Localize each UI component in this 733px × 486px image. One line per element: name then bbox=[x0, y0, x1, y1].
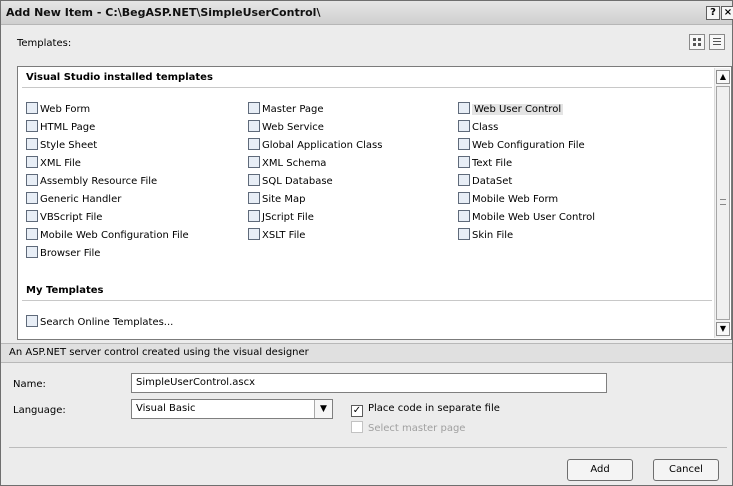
template-item[interactable]: VBScript File bbox=[26, 210, 102, 226]
close-icon[interactable]: × bbox=[721, 6, 733, 20]
template-item[interactable]: Style Sheet bbox=[26, 138, 97, 154]
add-button[interactable]: Add bbox=[567, 459, 633, 481]
search-online-icon bbox=[26, 315, 38, 327]
site-map-icon bbox=[248, 192, 260, 204]
mobile-web-form-icon bbox=[458, 192, 470, 204]
global-app-icon bbox=[248, 138, 260, 150]
templates-label: Templates: bbox=[17, 38, 72, 49]
place-code-separate-label: Place code in separate file bbox=[368, 403, 500, 414]
template-item[interactable]: Site Map bbox=[248, 192, 305, 208]
installed-templates-header: Visual Studio installed templates bbox=[26, 72, 213, 83]
help-icon[interactable]: ? bbox=[706, 6, 720, 20]
template-item[interactable]: Browser File bbox=[26, 246, 100, 262]
template-item-selected[interactable]: Web User Control bbox=[458, 102, 564, 118]
template-item[interactable]: Mobile Web Configuration File bbox=[26, 228, 189, 244]
jscript-icon bbox=[248, 210, 260, 222]
template-item[interactable]: Global Application Class bbox=[248, 138, 382, 154]
search-online-templates-item[interactable]: Search Online Templates... bbox=[26, 315, 173, 331]
checkbox-checked-icon[interactable]: ✓ bbox=[351, 405, 363, 417]
select-master-page-label: Select master page bbox=[368, 423, 466, 434]
scroll-thumb[interactable] bbox=[716, 86, 730, 320]
cancel-button[interactable]: Cancel bbox=[653, 459, 719, 481]
template-description: An ASP.NET server control created using … bbox=[1, 343, 732, 363]
vertical-scrollbar[interactable]: ▲ ▼ bbox=[714, 68, 730, 338]
sql-database-icon bbox=[248, 174, 260, 186]
generic-handler-icon bbox=[26, 192, 38, 204]
template-item[interactable]: HTML Page bbox=[26, 120, 95, 136]
scroll-down-icon[interactable]: ▼ bbox=[716, 322, 730, 336]
template-item[interactable]: XML Schema bbox=[248, 156, 326, 172]
template-item[interactable]: JScript File bbox=[248, 210, 314, 226]
template-item[interactable]: XML File bbox=[26, 156, 81, 172]
chevron-down-icon[interactable]: ▼ bbox=[314, 400, 332, 418]
template-item[interactable]: XSLT File bbox=[248, 228, 305, 244]
template-item[interactable]: Mobile Web User Control bbox=[458, 210, 595, 226]
web-config-icon bbox=[458, 138, 470, 150]
mobile-user-control-icon bbox=[458, 210, 470, 222]
template-item[interactable]: Text File bbox=[458, 156, 512, 172]
my-templates-header: My Templates bbox=[26, 285, 104, 296]
language-select[interactable]: Visual Basic ▼ bbox=[131, 399, 333, 419]
vbscript-icon bbox=[26, 210, 38, 222]
template-item[interactable]: Skin File bbox=[458, 228, 513, 244]
section-divider bbox=[22, 87, 712, 88]
web-user-control-icon bbox=[458, 102, 470, 114]
select-master-page-checkbox: Select master page bbox=[351, 421, 465, 437]
template-item[interactable]: Web Form bbox=[26, 102, 90, 118]
language-value: Visual Basic bbox=[136, 403, 196, 414]
template-item[interactable]: Class bbox=[458, 120, 498, 136]
title-bar[interactable]: Add New Item - C:\BegASP.NET\SimpleUserC… bbox=[1, 1, 733, 25]
add-new-item-dialog: Add New Item - C:\BegASP.NET\SimpleUserC… bbox=[0, 0, 733, 486]
web-form-icon bbox=[26, 102, 38, 114]
skin-file-icon bbox=[458, 228, 470, 240]
master-page-icon bbox=[248, 102, 260, 114]
footer-divider bbox=[9, 447, 727, 448]
html-page-icon bbox=[26, 120, 38, 132]
language-label: Language: bbox=[13, 405, 66, 416]
assembly-resource-icon bbox=[26, 174, 38, 186]
xslt-icon bbox=[248, 228, 260, 240]
text-file-icon bbox=[458, 156, 470, 168]
mobile-config-icon bbox=[26, 228, 38, 240]
small-icons-view-icon[interactable] bbox=[709, 34, 725, 50]
checkbox-icon bbox=[351, 421, 363, 433]
template-item[interactable]: Web Configuration File bbox=[458, 138, 585, 154]
style-sheet-icon bbox=[26, 138, 38, 150]
template-item[interactable]: Master Page bbox=[248, 102, 324, 118]
template-item[interactable]: SQL Database bbox=[248, 174, 333, 190]
xml-schema-icon bbox=[248, 156, 260, 168]
template-item[interactable]: Assembly Resource File bbox=[26, 174, 157, 190]
templates-list[interactable]: Visual Studio installed templates Web Fo… bbox=[17, 66, 732, 340]
template-item[interactable]: Web Service bbox=[248, 120, 324, 136]
template-item[interactable]: DataSet bbox=[458, 174, 512, 190]
place-code-separate-checkbox[interactable]: ✓ Place code in separate file bbox=[351, 402, 500, 418]
dataset-icon bbox=[458, 174, 470, 186]
browser-file-icon bbox=[26, 246, 38, 258]
name-input[interactable]: SimpleUserControl.ascx bbox=[131, 373, 607, 393]
window-title: Add New Item - C:\BegASP.NET\SimpleUserC… bbox=[6, 6, 321, 19]
large-icons-view-icon[interactable] bbox=[689, 34, 705, 50]
template-item[interactable]: Generic Handler bbox=[26, 192, 121, 208]
xml-file-icon bbox=[26, 156, 38, 168]
template-item[interactable]: Mobile Web Form bbox=[458, 192, 558, 208]
web-service-icon bbox=[248, 120, 260, 132]
name-label: Name: bbox=[13, 379, 46, 390]
section-divider bbox=[22, 300, 712, 301]
scroll-up-icon[interactable]: ▲ bbox=[716, 70, 730, 84]
class-icon bbox=[458, 120, 470, 132]
